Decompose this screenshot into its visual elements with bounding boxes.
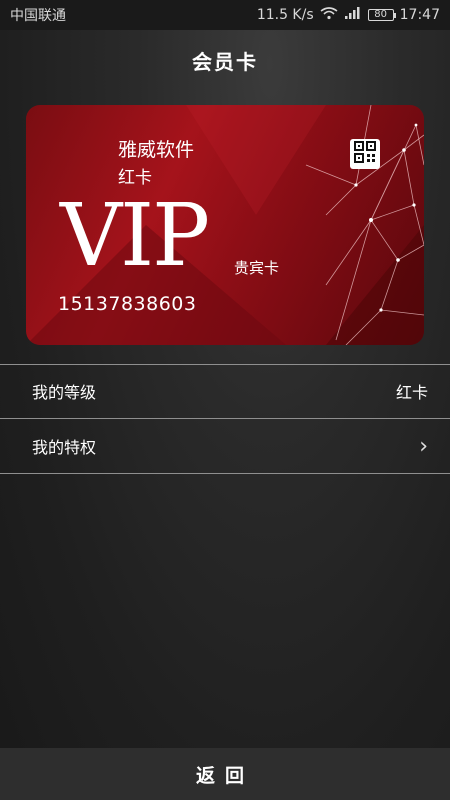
card-phone-number: 15137838603 [58,293,197,315]
back-button[interactable]: 返回 [0,748,450,800]
carrier-label: 中国联通 [10,8,66,24]
card-level-label: 红卡 [118,168,152,188]
card-company-name: 雅威软件 [118,139,195,161]
card-guest-label: 贵宾卡 [234,259,280,277]
membership-card[interactable]: 雅威软件 红卡 VIP 贵宾卡 15137838603 [26,105,424,345]
status-indicators: 11.5 K/s 80 17:47 [257,6,440,24]
my-level-row[interactable]: 我的等级 红卡 [0,364,450,418]
my-level-label: 我的等级 [32,383,97,402]
network-speed: 11.5 K/s [256,7,314,23]
divider [0,473,450,474]
wifi-icon [320,6,338,24]
card-vip-text: VIP [60,186,210,286]
battery-icon: 80 [367,9,396,21]
status-bar: 中国联通 11.5 K/s 80 17:47 [0,0,450,30]
signal-icon [344,6,362,24]
qr-code-button[interactable] [350,139,380,169]
my-privileges-label: 我的特权 [32,438,97,457]
my-privileges-row[interactable]: 我的特权 › [0,419,450,473]
clock: 17:47 [399,7,440,23]
qr-code-icon [354,141,376,167]
chevron-right-icon: › [419,433,428,459]
page-title: 会员卡 [192,49,258,74]
my-level-value: 红卡 [395,383,428,402]
